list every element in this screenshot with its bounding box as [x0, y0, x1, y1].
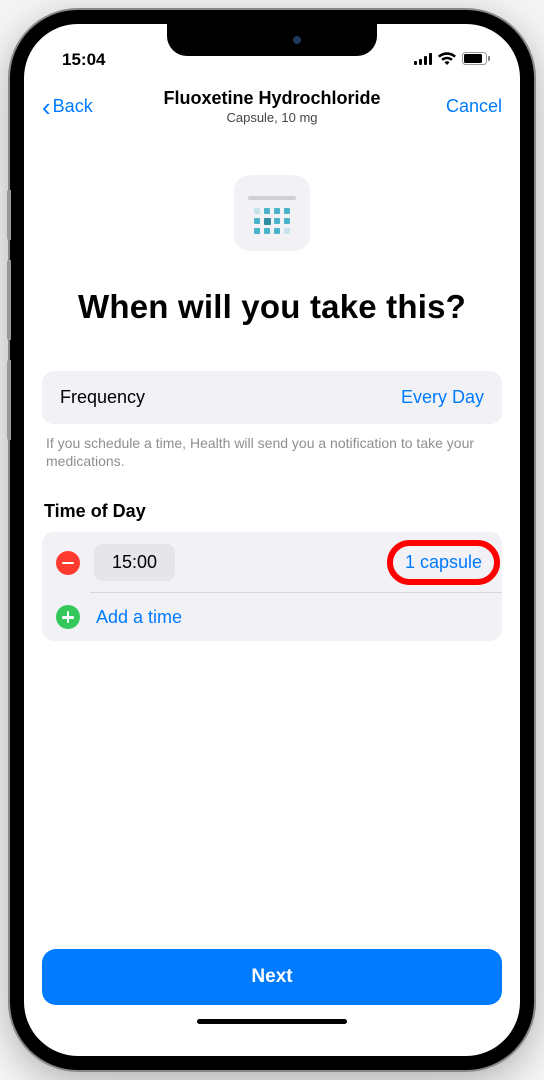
time-section-title: Time of Day	[42, 501, 502, 522]
wifi-icon	[438, 50, 456, 70]
minus-icon	[62, 562, 74, 565]
home-indicator[interactable]	[197, 1019, 347, 1024]
nav-title-subtitle: Capsule, 10 mg	[122, 110, 422, 125]
front-camera-icon	[293, 36, 301, 44]
page-heading: When will you take this?	[42, 287, 502, 327]
content-area: When will you take this? Frequency Every…	[24, 135, 520, 929]
nav-title-main: Fluoxetine Hydrochloride	[122, 88, 422, 109]
time-list: 15:00 1 capsule Add a time	[42, 532, 502, 641]
calendar-icon	[234, 175, 310, 251]
screen: 15:04 ‹ Back Fluoxetine Hydrochloride	[24, 24, 520, 1056]
bottom-bar: Next	[24, 929, 520, 1056]
frequency-row[interactable]: Frequency Every Day	[42, 371, 502, 424]
dose-selector[interactable]: 1 capsule	[399, 548, 488, 577]
phone-frame: 15:04 ‹ Back Fluoxetine Hydrochloride	[10, 10, 534, 1070]
next-button[interactable]: Next	[42, 949, 502, 1005]
status-time: 15:04	[62, 50, 105, 70]
dose-label: 1 capsule	[405, 552, 482, 572]
nav-title: Fluoxetine Hydrochloride Capsule, 10 mg	[122, 88, 422, 125]
navigation-bar: ‹ Back Fluoxetine Hydrochloride Capsule,…	[24, 74, 520, 135]
remove-time-button[interactable]	[56, 551, 80, 575]
add-time-row[interactable]: Add a time	[42, 593, 502, 641]
cancel-button[interactable]: Cancel	[422, 96, 502, 117]
time-picker[interactable]: 15:00	[94, 544, 175, 581]
back-button[interactable]: ‹ Back	[42, 94, 122, 120]
chevron-left-icon: ‹	[42, 94, 51, 120]
add-time-label: Add a time	[96, 607, 182, 628]
cellular-signal-icon	[414, 50, 432, 70]
back-label: Back	[53, 96, 93, 117]
notch	[167, 24, 377, 56]
battery-icon	[462, 50, 490, 70]
help-text: If you schedule a time, Health will send…	[42, 434, 502, 472]
frequency-label: Frequency	[60, 387, 145, 408]
frequency-value[interactable]: Every Day	[401, 387, 484, 408]
status-indicators	[414, 50, 490, 70]
hero-icon-container	[42, 175, 502, 251]
add-time-button[interactable]	[56, 605, 80, 629]
time-entry-row: 15:00 1 capsule	[42, 532, 502, 593]
